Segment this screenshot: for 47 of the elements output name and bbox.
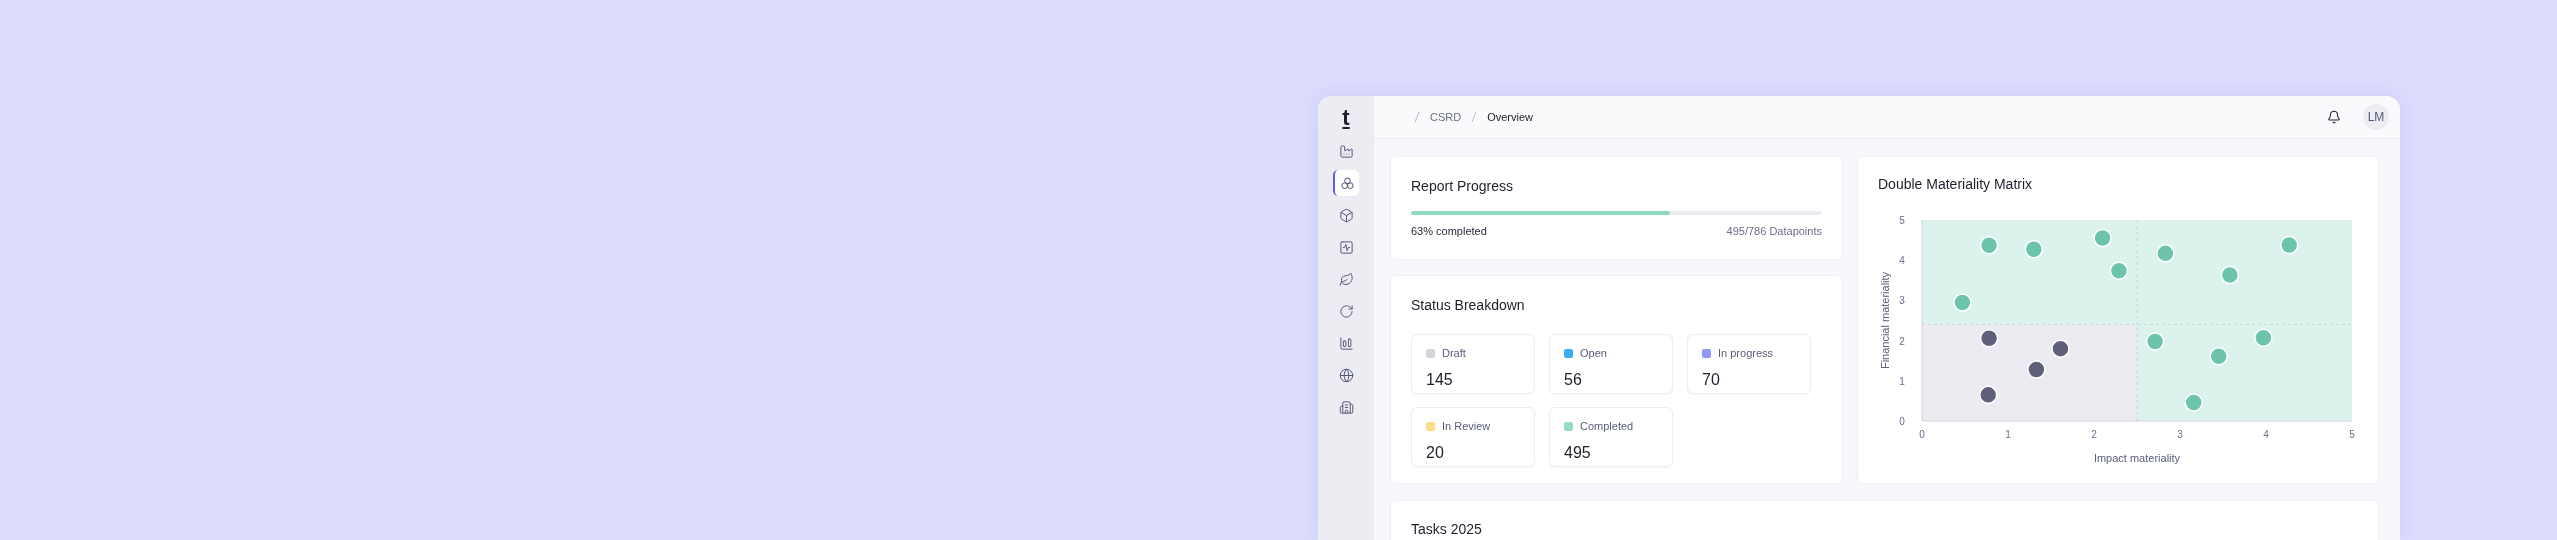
axis-title: Financial materiality xyxy=(1879,271,1891,370)
status-label: Draft xyxy=(1442,346,1466,361)
status-label: In Review xyxy=(1442,419,1491,434)
slash-icon xyxy=(1414,111,1420,123)
tick-label: 4 xyxy=(2263,429,2269,440)
breadcrumb-link[interactable]: CSRD xyxy=(1430,108,1462,126)
cube-icon xyxy=(1338,207,1354,223)
circles-icon xyxy=(1339,175,1355,191)
globe-icon xyxy=(1338,367,1354,383)
tick-label: 0 xyxy=(1899,416,1905,427)
status-label: Open xyxy=(1580,346,1607,361)
tick-label: 4 xyxy=(1899,255,1905,267)
tick-label: 5 xyxy=(1899,215,1905,226)
leaf-icon xyxy=(1338,271,1354,287)
bar-chart-icon xyxy=(1338,335,1354,351)
user-avatar[interactable]: LM xyxy=(2363,104,2389,130)
notification-bell-icon[interactable] xyxy=(2327,110,2341,124)
status-count: 495 xyxy=(1564,442,1592,463)
progress-label: 63% completed xyxy=(1411,224,1487,239)
breadcrumb-link[interactable]: Overview xyxy=(1487,108,1533,126)
status-count: 56 xyxy=(1564,369,1583,390)
axis-title: Impact materiality xyxy=(2093,452,2181,464)
circular-arrow-icon xyxy=(1338,303,1354,319)
tick-label: 1 xyxy=(1899,375,1905,387)
tick-label: 3 xyxy=(2177,429,2183,440)
status-count: 20 xyxy=(1426,442,1445,463)
tick-label: 3 xyxy=(1899,295,1905,307)
status-label: In progress xyxy=(1718,346,1774,361)
status-count: 70 xyxy=(1702,369,1721,390)
chart-square-icon xyxy=(1338,239,1354,255)
slash-icon xyxy=(1471,111,1478,123)
sidebar-button[interactable] xyxy=(1333,170,1359,196)
factory-icon xyxy=(1338,143,1354,159)
datapoint-count: 495/786 Datapoints xyxy=(1726,224,1822,239)
card-title: Tasks 2025 xyxy=(1411,521,1483,537)
logo: t xyxy=(1342,104,1350,132)
card-title: Status Breakdown xyxy=(1411,296,1526,315)
card-title: Report Progress xyxy=(1411,177,1514,196)
tick-label: 1 xyxy=(2005,429,2011,440)
building-icon xyxy=(1338,399,1354,415)
status-count: 145 xyxy=(1426,369,1454,390)
tick-label: 2 xyxy=(2091,429,2097,440)
tick-label: 0 xyxy=(1919,429,1925,440)
tick-label: 5 xyxy=(2349,429,2355,440)
tick-label: 2 xyxy=(1899,335,1905,347)
status-label: Completed xyxy=(1580,419,1634,434)
card-title: Double Materiality Matrix xyxy=(1877,175,2034,194)
